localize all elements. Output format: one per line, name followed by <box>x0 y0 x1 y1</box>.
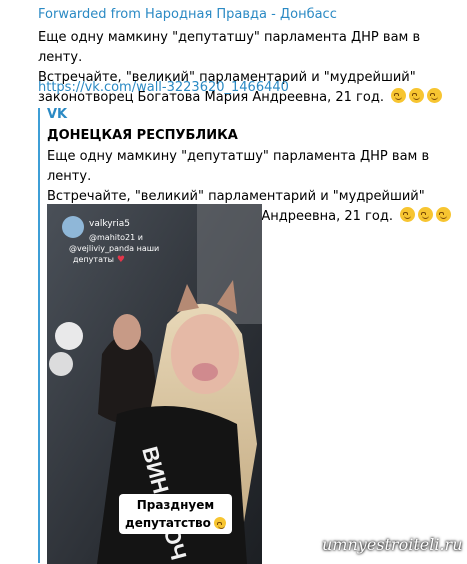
heart-emoji-icon: ♥ <box>113 255 125 265</box>
smiling-face-emoji-icon <box>436 207 452 222</box>
story-caption: Празднуем депутатство <box>119 494 232 534</box>
mention: @mahito21 и <box>89 233 143 242</box>
preview-photo[interactable]: ВИНА ХОЧ valkyria5 @mahito21 и @vejliviy… <box>47 204 262 564</box>
site-watermark: umnyestroiteli.ru <box>322 535 463 554</box>
dog-filter-nose <box>192 363 218 381</box>
caption-line: депутатство <box>125 514 226 532</box>
preview-accent-bar <box>38 108 40 563</box>
mention-text: депутаты <box>73 255 114 264</box>
caption-line: Празднуем <box>136 498 215 512</box>
smiling-face-emoji-icon <box>213 517 226 529</box>
post-link[interactable]: https://vk.com/wall-3223620_1466440 <box>38 80 289 95</box>
smiling-face-emoji-icon <box>427 88 443 103</box>
smiling-face-emoji-icon <box>400 207 416 222</box>
woman-face <box>171 314 239 394</box>
story-mentions: @mahito21 и @vejliviy_panda наши депутат… <box>69 232 159 266</box>
message-line: Еще одну мамкину "депутатшу" парламента … <box>38 30 421 65</box>
story-username: valkyria5 <box>89 219 131 229</box>
balloon <box>49 352 73 376</box>
mention: депутаты ♥ <box>73 254 159 266</box>
message-text: Еще одну мамкину "депутатшу" парламента … <box>38 28 458 108</box>
smiling-face-emoji-icon <box>409 88 425 103</box>
caption-line-text: депутатство <box>125 516 211 530</box>
preview-source[interactable]: VK <box>47 107 67 122</box>
balloon <box>55 322 83 350</box>
mention: @vejliviy_panda наши <box>69 244 160 253</box>
smiling-face-emoji-icon <box>418 207 434 222</box>
preview-line: Еще одну мамкину "депутатшу" парламента … <box>47 149 430 184</box>
preview-heading: ДОНЕЦКАЯ РЕСПУБЛИКА <box>47 128 238 143</box>
forwarded-header[interactable]: Forwarded from Народная Правда - Донбасс <box>38 7 337 22</box>
smiling-face-emoji-icon <box>391 88 407 103</box>
